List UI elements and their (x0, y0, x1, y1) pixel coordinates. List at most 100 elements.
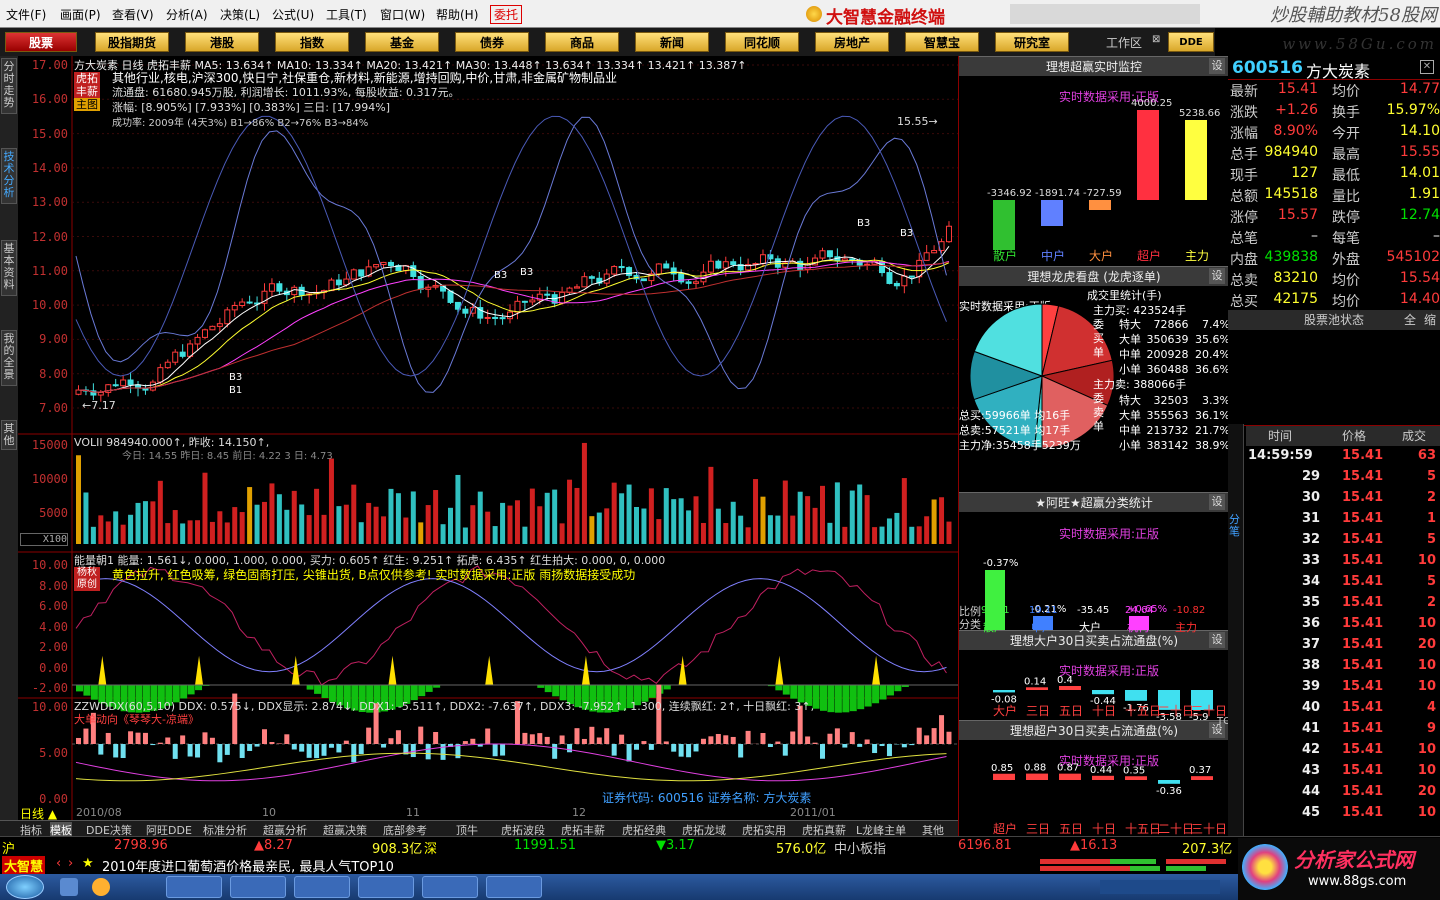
taskbar-window[interactable] (294, 876, 350, 898)
volume-bar (440, 524, 446, 544)
tick-row: 35 15.41 2 (1302, 595, 1436, 610)
pool-shrink[interactable]: 缩 (1424, 310, 1436, 330)
price-axis-label: 8.00 (39, 366, 68, 381)
taskbar-app-icon[interactable] (92, 878, 110, 896)
ma-line (78, 260, 950, 393)
taskbar-window[interactable] (230, 876, 286, 898)
volume-bar (83, 492, 89, 544)
realtime-bar-label: 散户 (993, 248, 1017, 263)
side-tab-fundamentals[interactable]: 基本资料 (1, 240, 17, 296)
ddx-bar (827, 733, 833, 744)
nav-dde[interactable]: DDE (1168, 32, 1214, 52)
taskbar-window[interactable] (486, 876, 542, 898)
energy-green (187, 685, 195, 695)
candle-body (655, 263, 662, 275)
settings-button[interactable]: 设 (1209, 494, 1225, 510)
ddx-bar (924, 735, 930, 744)
energy-green (864, 685, 872, 707)
nav-zhihuibao[interactable]: 智慧宝 (905, 32, 979, 52)
nav-funds[interactable]: 基金 (365, 32, 439, 52)
volume-bar (276, 494, 282, 544)
energy-green (857, 685, 865, 710)
menu-help[interactable]: 帮助(H) (436, 6, 478, 23)
system-tray[interactable] (1100, 880, 1220, 894)
candle-body (618, 266, 625, 269)
ddx-bar (879, 744, 885, 747)
taskbar-window[interactable] (358, 876, 414, 898)
nav-bonds[interactable]: 债券 (455, 32, 529, 52)
settings-button[interactable]: 设 (1209, 632, 1225, 648)
ddx-bar (537, 733, 543, 744)
start-button-icon[interactable] (6, 875, 44, 899)
ddx-bar (715, 733, 721, 744)
price-axis-label: 9.00 (39, 332, 68, 347)
nav-index-futures[interactable]: 股指期货 (95, 32, 169, 52)
ddx-bar (269, 742, 275, 744)
nav-commodities[interactable]: 商品 (545, 32, 619, 52)
nav-hk-stocks[interactable]: 港股 (185, 32, 259, 52)
volume-bar (254, 504, 260, 544)
settings-button[interactable]: 设 (1209, 268, 1225, 284)
nav-tonghuashun[interactable]: 同花顺 (725, 32, 799, 52)
volume-bar (113, 511, 119, 544)
high-price-label: 15.55→ (897, 115, 938, 128)
volume-bar (879, 526, 885, 544)
candle-body (276, 283, 283, 292)
candle-body (164, 361, 171, 369)
ddx-bar (321, 744, 327, 756)
taskbar-window[interactable] (166, 876, 222, 898)
taskbar-app-icon[interactable] (60, 878, 78, 896)
menu-formula[interactable]: 公式(U) (272, 6, 314, 23)
ddx-sub: 大单动向《琴琴大-凉端》 (74, 713, 199, 726)
quote-close-icon[interactable]: ✕ (1420, 60, 1434, 74)
menu-analysis[interactable]: 分析(A) (166, 6, 208, 23)
nav-stocks[interactable]: 股票 (5, 32, 77, 52)
pool-full[interactable]: 全 (1404, 310, 1416, 330)
taskbar-window[interactable] (422, 876, 478, 898)
ddx-bar (195, 744, 201, 758)
menu-view-screen[interactable]: 画面(P) (60, 6, 101, 23)
nav-real-estate[interactable]: 房地产 (815, 32, 889, 52)
workspace-label[interactable]: 工作区 (1106, 34, 1142, 51)
menu-tools[interactable]: 工具(T) (326, 6, 367, 23)
class-stat-label: 主力 (1175, 621, 1197, 634)
sz-index: 11991.51 (514, 838, 577, 853)
volume-bar (834, 482, 840, 544)
nav-news[interactable]: 新闻 (635, 32, 709, 52)
nav-research[interactable]: 研究室 (995, 32, 1069, 52)
ddx-bar (626, 744, 632, 762)
side-tab-other[interactable]: 其他 (1, 420, 17, 450)
volume-bar (172, 510, 178, 544)
side-tab-timeshare[interactable]: 分时走势 (1, 58, 17, 114)
volume-bar (358, 522, 364, 544)
entrust-button[interactable]: 委托 (490, 5, 523, 24)
volume-bar (157, 480, 163, 544)
ticker-next-icon[interactable]: › (68, 856, 73, 871)
ddx-bar (351, 744, 357, 763)
menu-decision[interactable]: 决策(L) (220, 6, 260, 23)
ticker-prev-icon[interactable]: ‹ (56, 856, 61, 871)
settings-button[interactable]: 设 (1209, 58, 1225, 74)
pool-status[interactable]: 股票池状态 (1304, 310, 1364, 330)
volume-bar (641, 508, 647, 544)
flow-bar-label: 五日 (1059, 704, 1084, 718)
realtime-bar-label: 超户 (1137, 248, 1161, 263)
info-gain: 涨幅: [8.905%] [7.933%] [0.383%] 三日: [17.9… (112, 101, 390, 114)
side-tab-technical[interactable]: 技术分析 (1, 148, 17, 204)
menu-view[interactable]: 查看(V) (112, 6, 154, 23)
volume-bar (820, 485, 825, 544)
tick-row: 34 15.41 5 (1302, 574, 1436, 589)
flow-bar-label: 超户 (993, 822, 1018, 836)
workspace-close-icon[interactable]: ⊠ (1152, 34, 1160, 45)
candle-body (507, 311, 514, 320)
menu-file[interactable]: 文件(F) (6, 6, 46, 23)
menu-window[interactable]: 窗口(W) (380, 6, 425, 23)
class-stat-pct: -0.37% (983, 558, 1018, 569)
ma-line (78, 246, 950, 393)
ticker-news[interactable]: 2010年度进口葡萄酒价格最亲民, 最具人气TOP10 (102, 856, 394, 875)
nav-indices[interactable]: 指数 (275, 32, 349, 52)
tick-side-tab[interactable]: 分笔 (1229, 514, 1243, 538)
quote-row: 内盘 439838 外盘 545102 (1230, 249, 1440, 268)
volume-bar (693, 496, 699, 544)
side-tab-panorama[interactable]: 我的全景 (1, 330, 17, 386)
